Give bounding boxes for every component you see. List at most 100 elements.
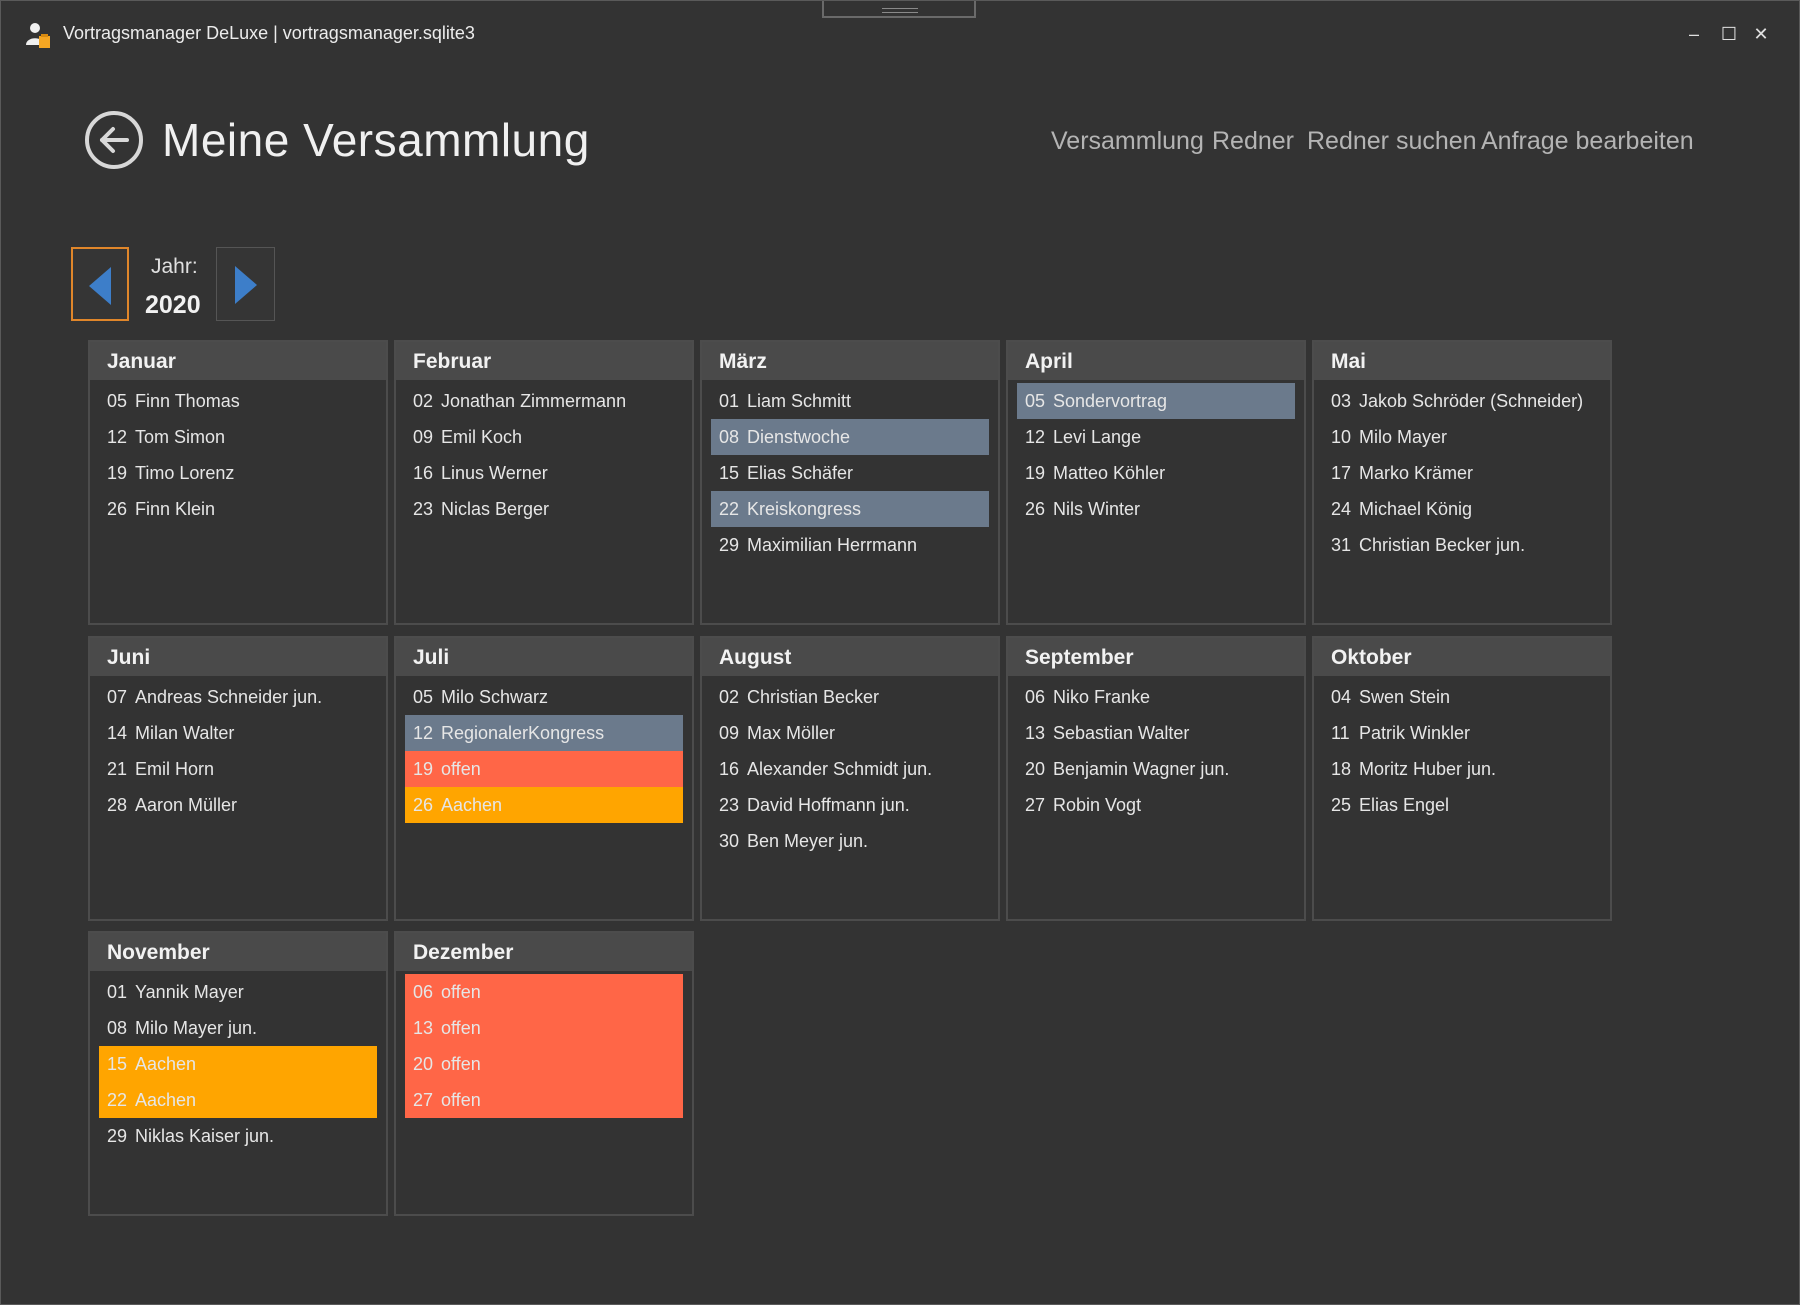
meeting-entry[interactable]: 22 Kreiskongress: [711, 491, 989, 527]
app-user-icon: [25, 21, 51, 49]
meeting-entry[interactable]: 24 Michael König: [1323, 491, 1601, 527]
entry-text: Aachen: [135, 1090, 197, 1110]
entry-day: 06: [413, 982, 434, 1002]
month-title: August: [702, 638, 998, 676]
month-entries: 05 Finn Thomas 12 Tom Simon 19 Timo Lorenz 26 F…: [90, 380, 386, 527]
month-title: Januar: [90, 342, 386, 380]
meeting-entry[interactable]: 28 Aaron Müller: [99, 787, 377, 823]
meeting-entry[interactable]: 31 Christian Becker jun.: [1323, 527, 1601, 563]
entry-text: Alexander Schmidt jun.: [747, 759, 933, 779]
month-panel: November 01 Yannik Mayer 08 Milo Mayer jun. 1…: [88, 931, 388, 1216]
meeting-entry[interactable]: 19 Matteo Köhler: [1017, 455, 1295, 491]
meeting-entry[interactable]: 13 Sebastian Walter: [1017, 715, 1295, 751]
maximize-button[interactable]: ☐: [1714, 19, 1744, 49]
meeting-entry[interactable]: 03 Jakob Schröder (Schneider): [1323, 383, 1601, 419]
month-entries: 05 Milo Schwarz 12 RegionalerKongress 19 offe…: [396, 676, 692, 823]
meeting-entry[interactable]: 07 Andreas Schneider jun.: [99, 679, 377, 715]
meeting-entry[interactable]: 09 Emil Koch: [405, 419, 683, 455]
entry-day: 05: [413, 687, 434, 707]
meeting-entry[interactable]: 16 Alexander Schmidt jun.: [711, 751, 989, 787]
meeting-entry[interactable]: 17 Marko Krämer: [1323, 455, 1601, 491]
meeting-entry[interactable]: 21 Emil Horn: [99, 751, 377, 787]
meeting-entry[interactable]: 06 offen: [405, 974, 683, 1010]
title-bar: Vortragsmanager DeLuxe | vortragsmanager…: [1, 1, 1799, 67]
entry-text: offen: [441, 759, 481, 779]
meeting-entry[interactable]: 01 Yannik Mayer: [99, 974, 377, 1010]
entry-day: 08: [107, 1018, 128, 1038]
entry-text: Niklas Kaiser jun.: [135, 1126, 275, 1146]
meeting-entry[interactable]: 30 Ben Meyer jun.: [711, 823, 989, 859]
meeting-entry[interactable]: 06 Niko Franke: [1017, 679, 1295, 715]
meeting-entry[interactable]: 12 Levi Lange: [1017, 419, 1295, 455]
meeting-entry[interactable]: 15 Aachen: [99, 1046, 377, 1082]
meeting-entry[interactable]: 11 Patrik Winkler: [1323, 715, 1601, 751]
close-button[interactable]: ✕: [1746, 19, 1776, 49]
entry-text: Aachen: [135, 1054, 197, 1074]
meeting-entry[interactable]: 29 Niklas Kaiser jun.: [99, 1118, 377, 1154]
month-title: Februar: [396, 342, 692, 380]
entry-text: Sondervortrag: [1053, 391, 1168, 411]
month-entries: 06 offen 13 offen 20 offen 27 offen: [396, 971, 692, 1118]
nav-redner[interactable]: Redner: [1212, 127, 1294, 156]
meeting-entry[interactable]: 16 Linus Werner: [405, 455, 683, 491]
entry-day: 12: [1025, 427, 1046, 447]
meeting-entry[interactable]: 12 Tom Simon: [99, 419, 377, 455]
prev-year-button[interactable]: [71, 247, 129, 321]
entry-day: 04: [1331, 687, 1352, 707]
month-panel: Dezember 06 offen 13 offen 20 offen 27 offen: [394, 931, 694, 1216]
meeting-entry[interactable]: 10 Milo Mayer: [1323, 419, 1601, 455]
meeting-entry[interactable]: 02 Jonathan Zimmermann: [405, 383, 683, 419]
meeting-entry[interactable]: 20 Benjamin Wagner jun.: [1017, 751, 1295, 787]
entry-text: Max Möller: [747, 723, 836, 743]
meeting-entry[interactable]: 20 offen: [405, 1046, 683, 1082]
year-label: Jahr:: [151, 255, 198, 278]
meeting-entry[interactable]: 08 Dienstwoche: [711, 419, 989, 455]
meeting-entry[interactable]: 26 Finn Klein: [99, 491, 377, 527]
entry-text: Robin Vogt: [1053, 795, 1142, 815]
entry-text: Christian Becker: [747, 687, 880, 707]
meeting-entry[interactable]: 27 Robin Vogt: [1017, 787, 1295, 823]
month-title: Oktober: [1314, 638, 1610, 676]
entry-day: 19: [1025, 463, 1046, 483]
meeting-entry[interactable]: 26 Nils Winter: [1017, 491, 1295, 527]
meeting-entry[interactable]: 22 Aachen: [99, 1082, 377, 1118]
nav-versammlung[interactable]: Versammlung: [1051, 127, 1204, 156]
meeting-entry[interactable]: 12 RegionalerKongress: [405, 715, 683, 751]
minimize-button[interactable]: –: [1679, 19, 1709, 49]
meeting-entry[interactable]: 26 Aachen: [405, 787, 683, 823]
meeting-entry[interactable]: 18 Moritz Huber jun.: [1323, 751, 1601, 787]
meeting-entry[interactable]: 27 offen: [405, 1082, 683, 1118]
nav-redner-suchen[interactable]: Redner suchen: [1307, 127, 1477, 156]
entry-day: 02: [413, 391, 434, 411]
nav-anfrage-bearbeiten[interactable]: Anfrage bearbeiten: [1481, 127, 1694, 156]
meeting-entry[interactable]: 04 Swen Stein: [1323, 679, 1601, 715]
meeting-entry[interactable]: 05 Finn Thomas: [99, 383, 377, 419]
year-value: 2020: [145, 291, 201, 319]
drag-grip[interactable]: [822, 1, 976, 18]
meeting-entry[interactable]: 05 Sondervortrag: [1017, 383, 1295, 419]
entry-day: 16: [413, 463, 434, 483]
meeting-entry[interactable]: 19 offen: [405, 751, 683, 787]
meeting-entry[interactable]: 23 Niclas Berger: [405, 491, 683, 527]
back-button[interactable]: [85, 111, 143, 169]
entry-day: 17: [1331, 463, 1352, 483]
entry-text: Nils Winter: [1053, 499, 1141, 519]
meeting-entry[interactable]: 14 Milan Walter: [99, 715, 377, 751]
meeting-entry[interactable]: 13 offen: [405, 1010, 683, 1046]
meeting-entry[interactable]: 29 Maximilian Herrmann: [711, 527, 989, 563]
meeting-entry[interactable]: 09 Max Möller: [711, 715, 989, 751]
meeting-entry[interactable]: 15 Elias Schäfer: [711, 455, 989, 491]
meeting-entry[interactable]: 08 Milo Mayer jun.: [99, 1010, 377, 1046]
meeting-entry[interactable]: 25 Elias Engel: [1323, 787, 1601, 823]
meeting-entry[interactable]: 01 Liam Schmitt: [711, 383, 989, 419]
entry-day: 28: [107, 795, 128, 815]
entry-text: Milan Walter: [135, 723, 235, 743]
meeting-entry[interactable]: 05 Milo Schwarz: [405, 679, 683, 715]
month-title: Mai: [1314, 342, 1610, 380]
entry-day: 29: [107, 1126, 128, 1146]
meeting-entry[interactable]: 02 Christian Becker: [711, 679, 989, 715]
entry-text: offen: [441, 1018, 481, 1038]
meeting-entry[interactable]: 19 Timo Lorenz: [99, 455, 377, 491]
meeting-entry[interactable]: 23 David Hoffmann jun.: [711, 787, 989, 823]
next-year-button[interactable]: [216, 247, 275, 321]
